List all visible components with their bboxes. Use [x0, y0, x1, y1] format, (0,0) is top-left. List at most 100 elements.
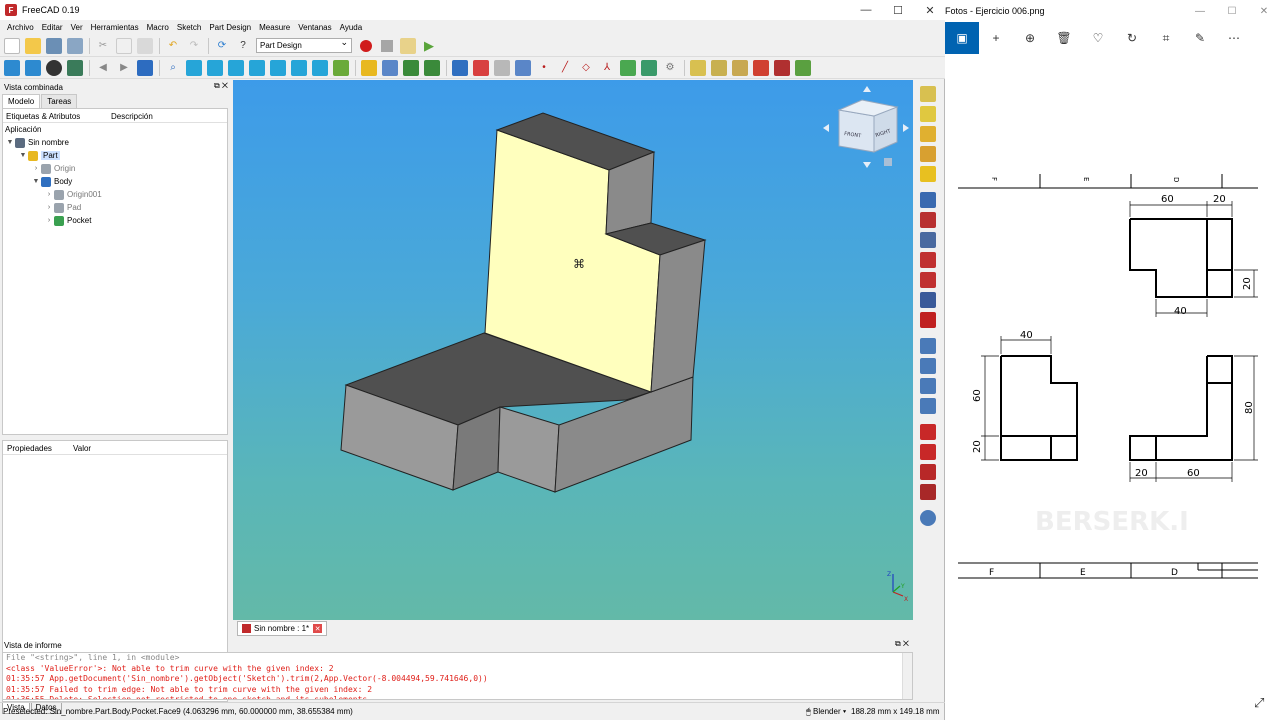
- bounding-box-icon[interactable]: [67, 59, 83, 76]
- front-view-icon[interactable]: [207, 59, 223, 76]
- expand-arrow-icon[interactable]: ›: [44, 191, 54, 198]
- upright-side-lower[interactable]: [650, 239, 706, 393]
- additive-primitive-icon[interactable]: [920, 166, 936, 182]
- new-file-icon[interactable]: [4, 37, 20, 54]
- left-view-icon[interactable]: [312, 59, 328, 76]
- draft-feature-icon[interactable]: [920, 464, 936, 480]
- report-float-close-icon[interactable]: ⧉ ✕: [895, 639, 909, 649]
- maximize-icon[interactable]: ☐: [882, 0, 914, 20]
- validate-sketch-icon[interactable]: [494, 59, 510, 76]
- gallery-icon[interactable]: ▣: [945, 22, 979, 54]
- menu-ventanas[interactable]: Ventanas: [294, 23, 335, 32]
- add-icon[interactable]: +: [979, 22, 1013, 54]
- photos-close-icon[interactable]: ✕: [1248, 0, 1280, 22]
- fillet-feature-icon[interactable]: [920, 424, 936, 440]
- menu-ver[interactable]: Ver: [67, 23, 87, 32]
- polar-pattern-icon[interactable]: [920, 378, 936, 394]
- pocket-icon[interactable]: [920, 192, 936, 208]
- expand-arrow-icon[interactable]: ▼: [18, 152, 28, 159]
- run-macro-icon[interactable]: ▶: [421, 38, 437, 54]
- mirrored-icon[interactable]: [920, 338, 936, 354]
- menu-part-design[interactable]: Part Design: [205, 23, 255, 32]
- report-scrollbar[interactable]: [902, 653, 912, 699]
- favorite-icon[interactable]: ♡: [1081, 22, 1115, 54]
- photos-minimize-icon[interactable]: —: [1184, 0, 1216, 22]
- menu-ayuda[interactable]: Ayuda: [336, 23, 367, 32]
- expand-arrow-icon[interactable]: ›: [44, 217, 54, 224]
- photos-maximize-icon[interactable]: ☐: [1216, 0, 1248, 22]
- edit-icon[interactable]: ✎: [1183, 22, 1217, 54]
- menu-measure[interactable]: Measure: [255, 23, 294, 32]
- thickness-feature-icon[interactable]: [920, 484, 936, 500]
- navcube-arrow-left[interactable]: [823, 124, 829, 132]
- tree-col-description[interactable]: Descripción: [108, 109, 213, 122]
- copy-icon[interactable]: [116, 37, 132, 54]
- paste-icon[interactable]: [137, 37, 153, 54]
- forward-icon[interactable]: ▶: [116, 60, 132, 76]
- crop-icon[interactable]: ⌗: [1149, 22, 1183, 54]
- more-icon[interactable]: ⋯: [1217, 22, 1251, 54]
- close-document-icon[interactable]: ✕: [313, 624, 323, 633]
- link-icon[interactable]: [403, 59, 419, 76]
- save-as-icon[interactable]: [67, 37, 83, 54]
- workbench-selector[interactable]: Part Design: [256, 37, 352, 53]
- draw-style-icon[interactable]: [46, 59, 62, 76]
- linear-pattern-icon[interactable]: [920, 358, 936, 374]
- redo-icon[interactable]: ↷: [186, 38, 202, 54]
- fillet-icon[interactable]: [690, 59, 706, 76]
- close-icon[interactable]: ✕: [914, 0, 946, 20]
- expand-arrow-icon[interactable]: ›: [31, 165, 41, 172]
- whats-this-icon[interactable]: ?: [235, 38, 251, 54]
- zoom-icon[interactable]: ⌕: [165, 60, 181, 76]
- minimize-icon[interactable]: —: [850, 0, 882, 20]
- tree-item[interactable]: ▼ Part: [3, 149, 227, 162]
- 3d-view[interactable]: ⌘ FRONT RIGHT Z X Y: [233, 80, 913, 620]
- edit-macro-icon[interactable]: [400, 37, 416, 54]
- tree-item[interactable]: › Origin001: [3, 188, 227, 201]
- create-body-icon[interactable]: [452, 59, 468, 76]
- menu-macro[interactable]: Macro: [143, 23, 173, 32]
- datum-point-icon[interactable]: •: [536, 60, 552, 76]
- tree-col-labels[interactable]: Etiquetas & Atributos: [3, 109, 108, 122]
- create-sketch-icon[interactable]: [473, 59, 489, 76]
- chamfer-feature-icon[interactable]: [920, 444, 936, 460]
- stop-macro-icon[interactable]: [379, 38, 395, 54]
- datum-line-icon[interactable]: ╱: [557, 60, 573, 76]
- navcube-arrow-up[interactable]: [863, 86, 871, 92]
- chamfer-icon[interactable]: [711, 59, 727, 76]
- expand-arrow-icon[interactable]: ▼: [5, 139, 15, 146]
- pad-icon[interactable]: [920, 86, 936, 102]
- bottom-view-icon[interactable]: [291, 59, 307, 76]
- top-view-icon[interactable]: [228, 59, 244, 76]
- multitransform-icon[interactable]: [920, 398, 936, 414]
- pipe-icon[interactable]: [920, 146, 936, 162]
- subtractive-loft-icon[interactable]: [920, 252, 936, 268]
- link-actions-icon[interactable]: [424, 59, 440, 76]
- notch-front-face[interactable]: [497, 406, 560, 493]
- right-view-icon[interactable]: [249, 59, 265, 76]
- zoom-in-icon[interactable]: ⊕: [1013, 22, 1047, 54]
- measure-icon[interactable]: [333, 59, 349, 76]
- cut-icon[interactable]: ✂: [95, 38, 111, 54]
- navigation-cube[interactable]: FRONT RIGHT: [823, 86, 909, 168]
- expand-arrow-icon[interactable]: ▼: [31, 178, 41, 185]
- create-group-icon[interactable]: [382, 59, 398, 76]
- model-tree[interactable]: Etiquetas & Atributos Descripción Aplica…: [2, 108, 228, 435]
- boolean-feature-icon[interactable]: [920, 510, 936, 526]
- back-icon[interactable]: ◀: [95, 60, 111, 76]
- revolution-icon[interactable]: [920, 106, 936, 122]
- menu-editar[interactable]: Editar: [38, 23, 67, 32]
- loft-icon[interactable]: [920, 126, 936, 142]
- groove-icon[interactable]: [920, 232, 936, 248]
- subtractive-helix-icon[interactable]: [920, 292, 936, 308]
- panel-float-close-icon[interactable]: ⧉ ✕: [214, 81, 228, 91]
- tab-tareas[interactable]: Tareas: [41, 94, 78, 108]
- document-tab[interactable]: Sin nombre : 1* ✕: [237, 621, 328, 636]
- sub-shape-binder-icon[interactable]: [641, 59, 657, 76]
- subtractive-primitive-icon[interactable]: [920, 312, 936, 328]
- undo-icon[interactable]: ↶: [165, 38, 181, 54]
- expand-arrow-icon[interactable]: ›: [44, 204, 54, 211]
- navcube-arrow-down[interactable]: [863, 162, 871, 168]
- tree-item[interactable]: › Pocket: [3, 214, 227, 227]
- record-macro-icon[interactable]: [358, 38, 374, 54]
